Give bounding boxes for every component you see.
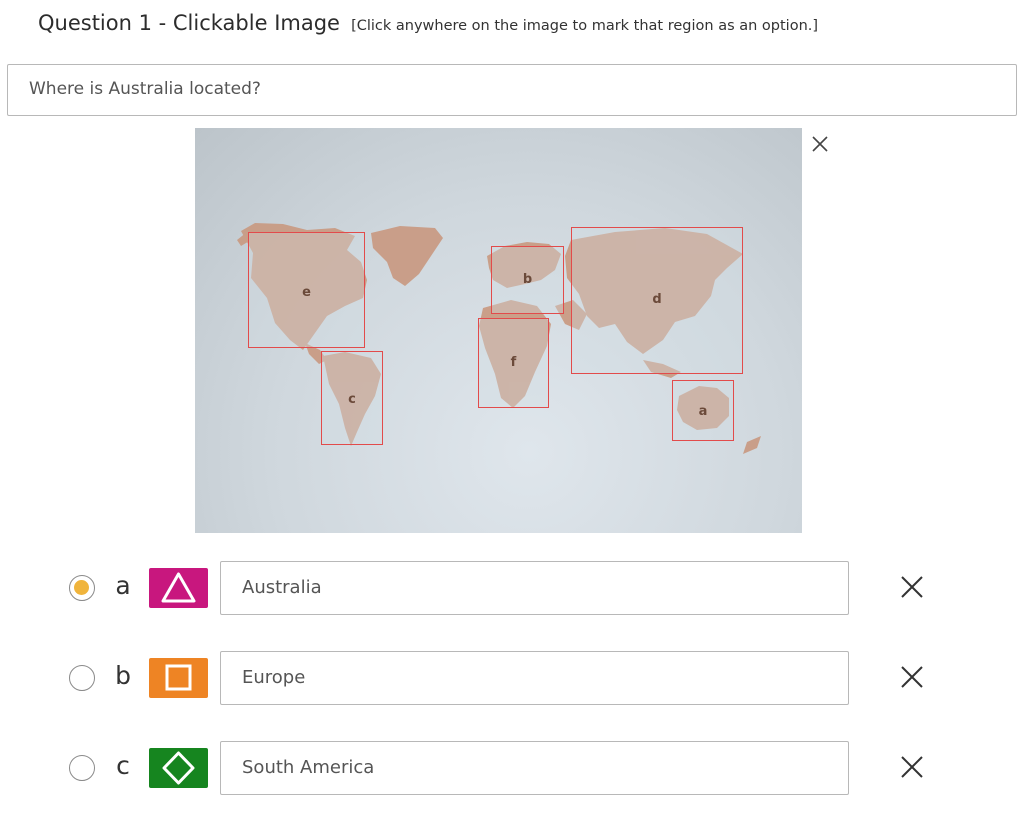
triangle-icon xyxy=(149,568,208,608)
option-row-c: c South America xyxy=(0,741,1032,797)
region-label: b xyxy=(522,272,533,287)
remove-option-icon[interactable] xyxy=(898,753,926,781)
option-letter: a xyxy=(115,571,131,600)
region-label: f xyxy=(510,355,517,370)
region-d[interactable]: d xyxy=(571,227,743,374)
option-row-a: a Australia xyxy=(0,561,1032,617)
option-radio-a[interactable] xyxy=(69,575,95,601)
option-row-b: b Europe xyxy=(0,651,1032,707)
option-radio-b[interactable] xyxy=(69,665,95,691)
option-answer-field-a[interactable]: Australia xyxy=(220,561,849,615)
region-label: d xyxy=(652,292,662,307)
close-icon[interactable] xyxy=(810,134,830,154)
remove-option-icon[interactable] xyxy=(898,573,926,601)
square-icon xyxy=(149,658,208,698)
remove-option-icon[interactable] xyxy=(898,663,926,691)
region-f[interactable]: f xyxy=(478,318,549,408)
region-a[interactable]: a xyxy=(672,380,734,441)
question-text-field[interactable]: Where is Australia located? xyxy=(7,64,1017,116)
region-label: e xyxy=(302,285,311,300)
option-answer-field-c[interactable]: South America xyxy=(220,741,849,795)
question-header: Question 1 - Clickable Image [Click anyw… xyxy=(38,11,818,35)
option-answer-field-b[interactable]: Europe xyxy=(220,651,849,705)
diamond-icon xyxy=(149,748,208,788)
world-map-image[interactable]: a b c d e f xyxy=(195,128,802,533)
option-radio-c[interactable] xyxy=(69,755,95,781)
option-letter: c xyxy=(116,751,130,780)
question-hint: [Click anywhere on the image to mark tha… xyxy=(351,18,819,34)
region-label: a xyxy=(698,404,708,419)
region-b[interactable]: b xyxy=(491,246,564,314)
question-title: Question 1 - Clickable Image xyxy=(38,11,340,35)
region-e[interactable]: e xyxy=(248,232,365,348)
option-letter: b xyxy=(115,661,131,690)
region-c[interactable]: c xyxy=(321,351,383,445)
region-label: c xyxy=(348,392,356,407)
